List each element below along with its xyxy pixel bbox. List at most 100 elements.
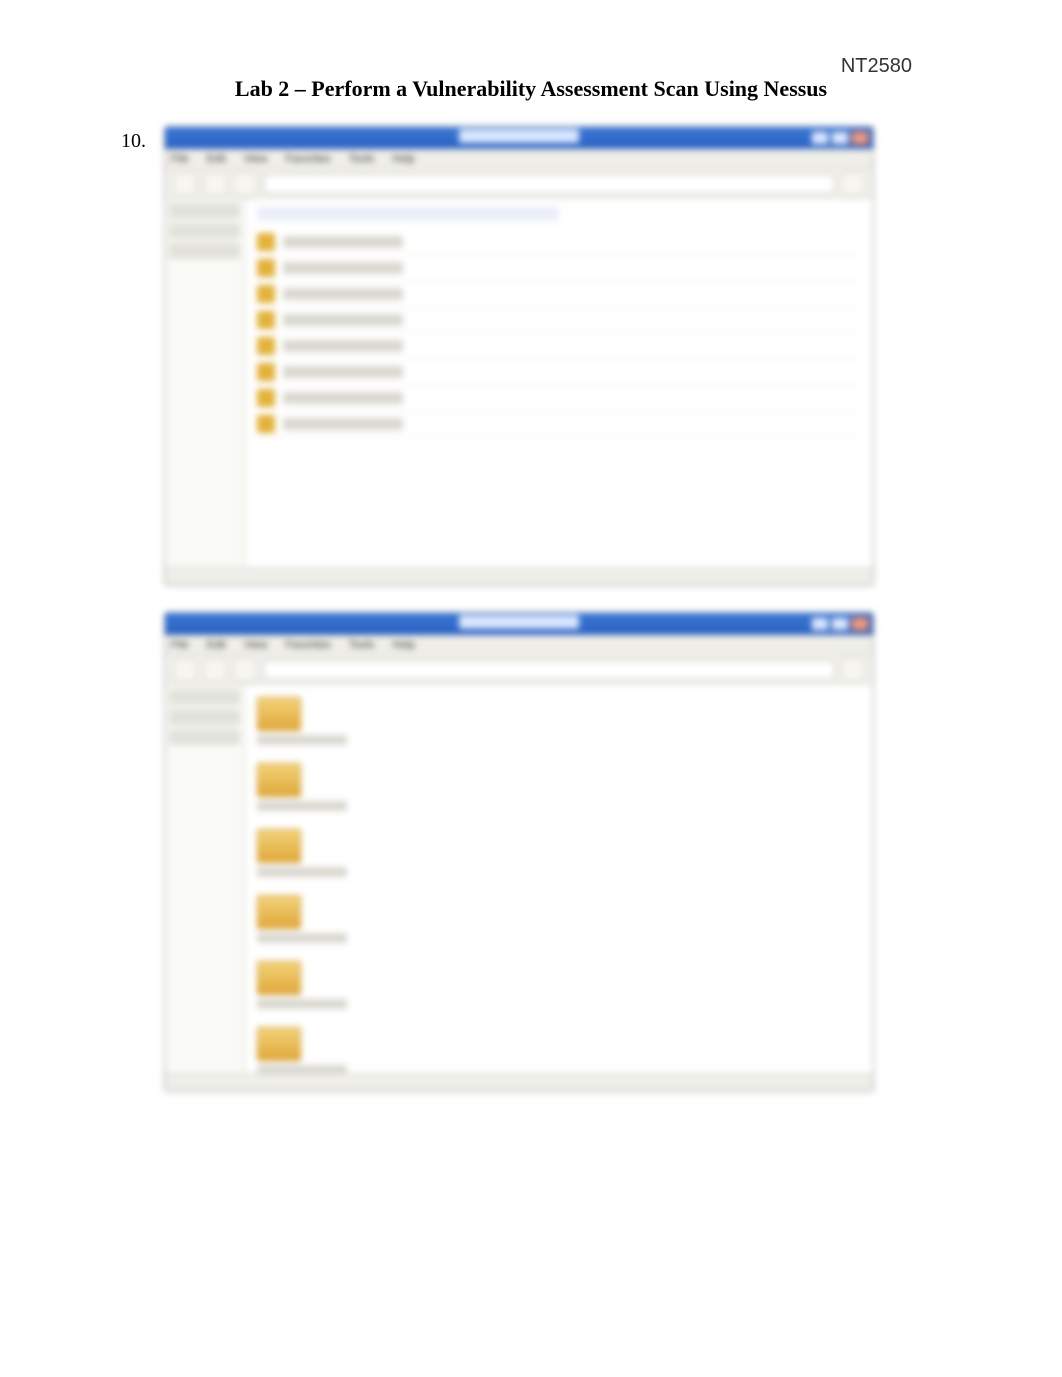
tree-node[interactable] (169, 709, 240, 725)
screenshot-window-bottom: File Edit View Favorites Tools Help (164, 612, 874, 1092)
menu-item[interactable]: Favorites (285, 153, 330, 165)
titlebar (165, 127, 873, 149)
file-icon (257, 233, 275, 251)
forward-button[interactable] (203, 658, 227, 682)
list-item[interactable] (257, 385, 861, 411)
menu-item[interactable]: View (244, 639, 268, 651)
folder-item[interactable] (257, 829, 861, 877)
file-label (283, 314, 403, 326)
file-icon (257, 415, 275, 433)
maximize-button[interactable] (831, 617, 849, 631)
course-code: NT2580 (841, 55, 912, 78)
icon-pane (245, 685, 873, 1073)
menu-item[interactable]: Tools (349, 153, 375, 165)
up-button[interactable] (233, 172, 257, 196)
menu-item[interactable]: File (171, 153, 189, 165)
menu-item[interactable]: Tools (349, 639, 375, 651)
list-item[interactable] (257, 229, 861, 255)
address-bar[interactable] (263, 174, 835, 194)
status-bar (165, 1073, 873, 1091)
minimize-button[interactable] (811, 131, 829, 145)
list-item[interactable] (257, 255, 861, 281)
menu-item[interactable]: Favorites (285, 639, 330, 651)
folder-label (257, 867, 347, 877)
list-pane (245, 199, 873, 567)
back-button[interactable] (173, 658, 197, 682)
titlebar-label (459, 129, 579, 143)
folder-tree[interactable] (165, 199, 245, 567)
list-item[interactable] (257, 411, 861, 437)
screenshot-window-top: File Edit View Favorites Tools Help (164, 126, 874, 586)
file-label (283, 288, 403, 300)
status-bar (165, 567, 873, 585)
step-block: 10. File Edit View Favorites Tools Help (110, 126, 1002, 1092)
icon-grid (257, 693, 861, 1073)
file-label (283, 262, 403, 274)
list-item[interactable] (257, 359, 861, 385)
back-button[interactable] (173, 172, 197, 196)
file-icon (257, 337, 275, 355)
folder-item[interactable] (257, 763, 861, 811)
file-label (283, 392, 403, 404)
folder-icon (257, 829, 301, 863)
go-button[interactable] (841, 172, 865, 196)
menubar: File Edit View Favorites Tools Help (165, 149, 873, 169)
go-button[interactable] (841, 658, 865, 682)
folder-label (257, 999, 347, 1009)
file-label (283, 340, 403, 352)
list-item[interactable] (257, 307, 861, 333)
toolbar (165, 655, 873, 685)
menu-item[interactable]: Help (392, 639, 415, 651)
folder-item[interactable] (257, 697, 861, 745)
folder-tree[interactable] (165, 685, 245, 1073)
menu-item[interactable]: Edit (207, 639, 226, 651)
folder-item[interactable] (257, 1027, 861, 1073)
file-icon (257, 363, 275, 381)
folder-icon (257, 763, 301, 797)
folder-label (257, 735, 347, 745)
list-item[interactable] (257, 333, 861, 359)
folder-icon (257, 697, 301, 731)
menu-item[interactable]: View (244, 153, 268, 165)
tree-node[interactable] (169, 243, 240, 259)
content-area (165, 685, 873, 1073)
minimize-button[interactable] (811, 617, 829, 631)
toolbar (165, 169, 873, 199)
file-icon (257, 311, 275, 329)
up-button[interactable] (233, 658, 257, 682)
forward-button[interactable] (203, 172, 227, 196)
lab-title: Lab 2 – Perform a Vulnerability Assessme… (60, 76, 1002, 102)
list-item[interactable] (257, 281, 861, 307)
folder-label (257, 1065, 347, 1073)
file-icon (257, 389, 275, 407)
folder-label (257, 933, 347, 943)
close-button[interactable] (851, 131, 869, 145)
tree-node[interactable] (169, 203, 240, 219)
titlebar-label (459, 615, 579, 629)
folder-item[interactable] (257, 961, 861, 1009)
menu-item[interactable]: File (171, 639, 189, 651)
file-label (283, 418, 403, 430)
tree-node[interactable] (169, 689, 240, 705)
folder-icon (257, 961, 301, 995)
folder-icon (257, 895, 301, 929)
file-label (283, 366, 403, 378)
tree-node[interactable] (169, 729, 240, 745)
folder-item[interactable] (257, 895, 861, 943)
file-label (283, 236, 403, 248)
address-bar[interactable] (263, 660, 835, 680)
content-area (165, 199, 873, 567)
document-page: NT2580 Lab 2 – Perform a Vulnerability A… (0, 0, 1062, 1377)
maximize-button[interactable] (831, 131, 849, 145)
menu-item[interactable]: Help (392, 153, 415, 165)
file-icon (257, 285, 275, 303)
figures-container: File Edit View Favorites Tools Help (164, 126, 874, 1092)
titlebar (165, 613, 873, 635)
file-icon (257, 259, 275, 277)
tree-node[interactable] (169, 223, 240, 239)
folder-label (257, 801, 347, 811)
step-number: 10. (110, 126, 146, 153)
close-button[interactable] (851, 617, 869, 631)
menu-item[interactable]: Edit (207, 153, 226, 165)
folder-icon (257, 1027, 301, 1061)
